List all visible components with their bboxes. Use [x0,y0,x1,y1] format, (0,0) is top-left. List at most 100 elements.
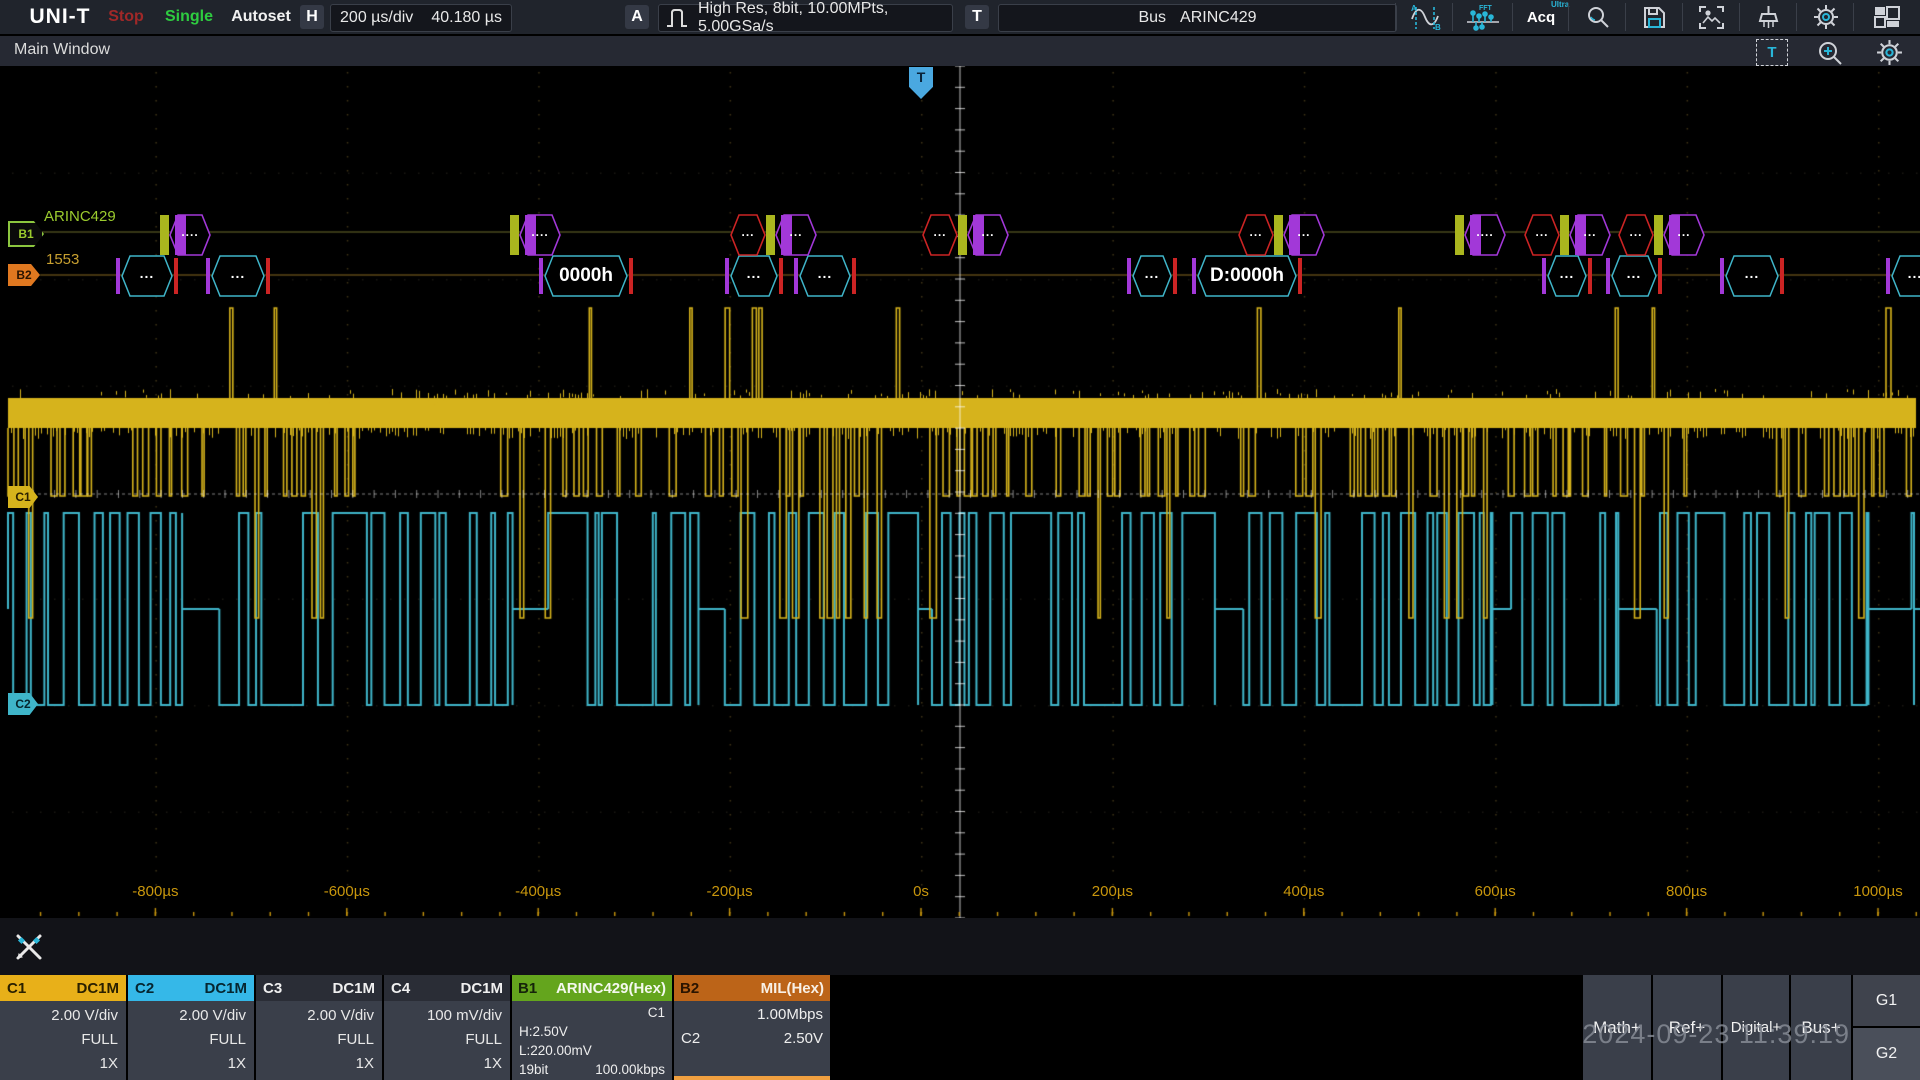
group1-tab[interactable]: G1 [1853,975,1920,1026]
b2-label: B2 [680,980,699,997]
decode-data-hex: ... [775,213,817,257]
channel-panel-c2[interactable]: C2 DC1M 2.00 V/div FULL 1X [128,975,254,1080]
time-axis-label: 1000µs [1853,883,1903,900]
mil1553-decode-frame: D:0000h [1192,255,1302,297]
acquire-settings[interactable]: High Res, 8bit, 10.00MPts, 5.00GSa/s [658,4,953,32]
c1-scale: 2.00 V/div [8,1004,118,1028]
decode-sop-bar [958,215,967,255]
arinc429-decode-frame: ... ... [1524,213,1611,257]
annotation-tools-icon[interactable] [10,928,48,971]
fft-icon[interactable]: FFT [1454,0,1512,34]
run-stop-button[interactable]: Stop [95,0,157,34]
bus2-protocol-label: 1553 [46,251,79,268]
bottom-strip [0,918,1920,975]
svg-text:A: A [1411,4,1417,13]
b1-bits: 19bit [519,1060,548,1079]
trigger-settings[interactable]: Bus ARINC429 [998,4,1397,32]
horizontal-key[interactable]: H [300,5,324,29]
time-axis-label: -400µs [515,883,561,900]
text-annotation-icon[interactable]: T [1756,39,1788,66]
decode-data-hex: .... [169,213,211,257]
arinc429-decode-frame: ... ... [1238,213,1325,257]
decode-frame-text: ... [1663,213,1705,257]
single-button[interactable]: Single [157,0,221,34]
decode-frame-text: .... [519,213,561,257]
search-icon[interactable] [1570,0,1625,34]
c3-scale: 2.00 V/div [264,1004,374,1028]
c1-coupling: DC1M [76,980,119,997]
decode-error-hex: ... [1238,213,1274,257]
decode-sop-bar [160,215,169,255]
decode-sop-bar [510,215,519,255]
channel-panel-c4[interactable]: C4 DC1M 100 mV/div FULL 1X [384,975,510,1080]
window-title: Main Window [14,41,110,59]
c3-probe: 1X [264,1052,374,1076]
decode-frame-text: .... [1464,213,1506,257]
b1-high-threshold: H:2.50V [519,1022,665,1041]
top-toolbar: UNI-T Stop Single Autoset H 200 µs/div 4… [0,0,1920,36]
arinc429-decode-frame: .... [1455,213,1506,257]
mil1553-decode-frame: ... [1127,255,1177,297]
b2-threshold: 2.50V [784,1027,823,1051]
arinc429-decode-frame: .... [160,213,211,257]
mil1553-decode-frame: 0000h [539,255,633,297]
pulse-icon [665,7,691,29]
horizontal-settings[interactable]: 200 µs/div 40.180 µs [330,4,512,32]
main-window-bar: Main Window T [0,36,1920,66]
c1-label: C1 [7,980,26,997]
save-icon[interactable] [1627,0,1682,34]
channel-panel-c3[interactable]: C3 DC1M 2.00 V/div FULL 1X [256,975,382,1080]
b1-label: B1 [518,980,537,997]
mil1553-decode-frame: ... [116,255,178,297]
acquire-key[interactable]: A [625,5,649,29]
decode-frame-text: ... [967,213,1009,257]
decode-frame-text: ... [1720,255,1784,297]
time-axis-label: 800µs [1666,883,1707,900]
decode-frame-text: ... [730,213,766,257]
decode-frame-text: ... [1618,213,1654,257]
settings-gear-icon[interactable] [1798,0,1853,34]
trigger-source: ARINC429 [1180,9,1256,27]
decode-sop-bar [1455,215,1464,255]
bus-add-button[interactable]: Bus+ [1791,975,1851,1080]
c4-label: C4 [391,980,410,997]
trigger-key[interactable]: T [965,5,989,29]
time-axis-label: -800µs [132,883,178,900]
mil1553-decode-frame: ... [1606,255,1662,297]
display-windows-icon[interactable] [1855,0,1918,34]
horizontal-offset-value: 40.180 µs [431,9,502,27]
trigger-type: Bus [1138,9,1166,27]
waveform-display[interactable]: T B1 B2 C1 C2 ARINC429 1553 -800µs-600µs… [0,66,1920,918]
decode-sop-bar [1274,215,1283,255]
time-axis-label: 400µs [1283,883,1324,900]
decode-error-hex: ... [1524,213,1560,257]
ref-add-button[interactable]: Ref+ [1653,975,1721,1080]
svg-text:FFT: FFT [1479,5,1493,12]
decode-frame-text: .... [169,213,211,257]
acq-ultra-badge: Ultra [1551,0,1569,9]
b1-rate: 100.00kbps [595,1060,665,1079]
time-axis-label: 200µs [1092,883,1133,900]
c2-bandwidth: FULL [136,1028,246,1052]
c4-scale: 100 mV/div [392,1004,502,1028]
c2-coupling: DC1M [204,980,247,997]
group2-tab[interactable]: G2 [1853,1028,1920,1080]
bus-panel-b2[interactable]: B2 MIL(Hex) 1.00Mbps C2 2.50V [674,975,830,1080]
acq-button[interactable]: Acq Ultra [1514,0,1568,34]
decode-frame-text: ... [1569,213,1611,257]
time-axis-label: -600µs [324,883,370,900]
decode-frame-text: ... [1283,213,1325,257]
mil1553-decode-frame: ... [725,255,783,297]
screenshot-icon[interactable] [1684,0,1739,34]
decode-frame-text: ... [1127,255,1177,297]
math-add-button[interactable]: Math+ [1583,975,1651,1080]
cursor-icon[interactable]: A B [1397,0,1452,34]
digital-add-button[interactable]: Digital+ [1723,975,1789,1080]
autoset-button[interactable]: Autoset [221,0,301,34]
c4-bandwidth: FULL [392,1028,502,1052]
bus-panel-b1[interactable]: B1 ARINC429(Hex) C1 H:2.50V L:220.00mV 1… [512,975,672,1080]
decode-frame-text: D:0000h [1192,255,1302,297]
channel-panel-c1[interactable]: C1 DC1M 2.00 V/div FULL 1X [0,975,126,1080]
b1-mode: ARINC429(Hex) [556,980,666,997]
clear-icon[interactable] [1741,0,1796,34]
